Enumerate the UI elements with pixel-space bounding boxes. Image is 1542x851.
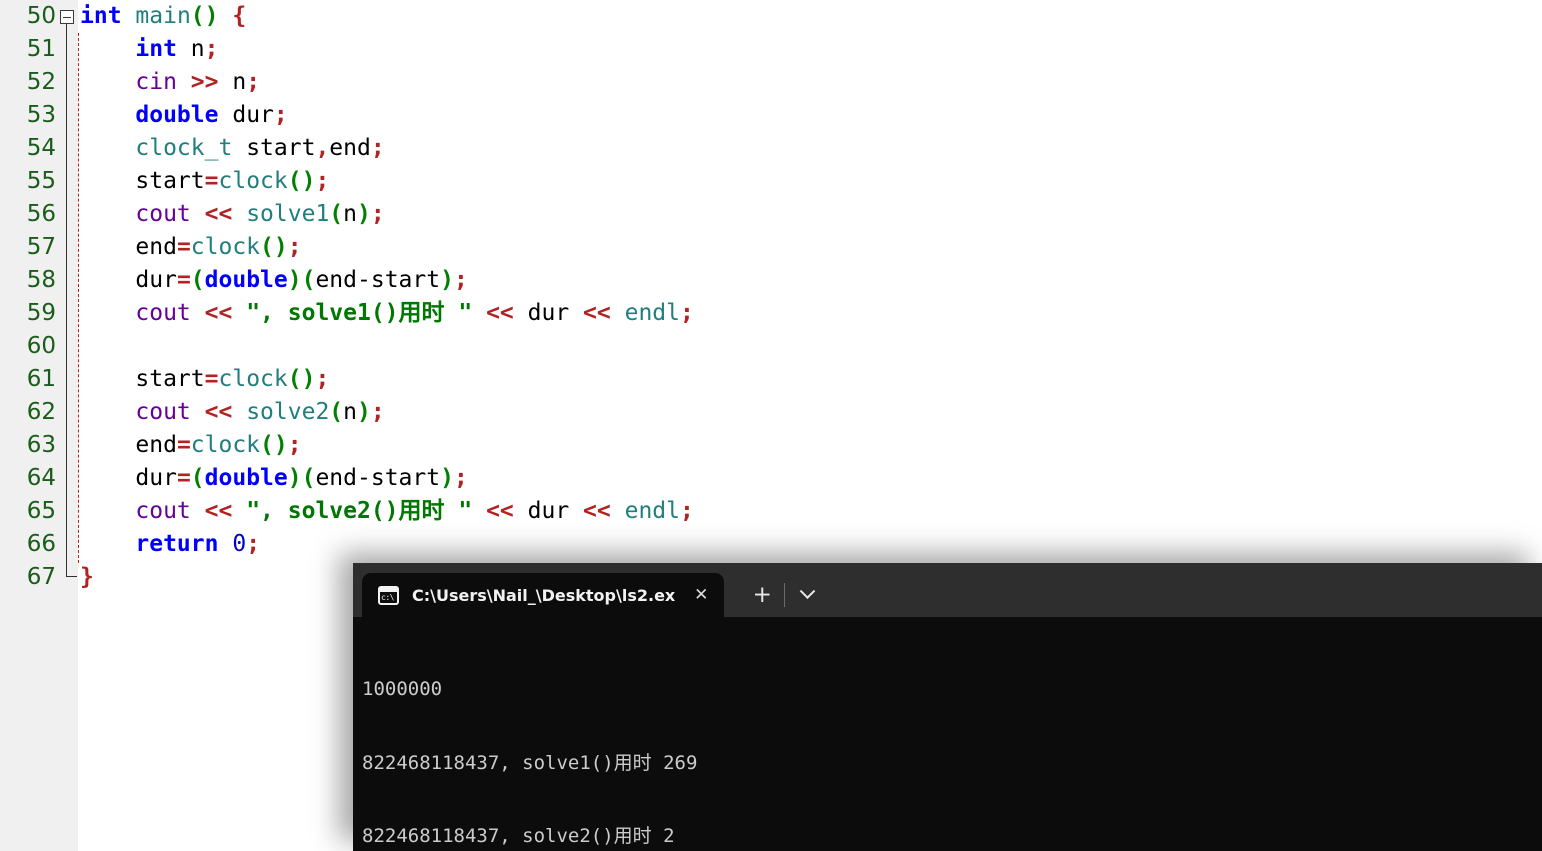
code-line-text: dur=(double)(end-start); (135, 465, 468, 491)
code-line[interactable]: 55 start=clock(); (0, 165, 1542, 198)
code-line[interactable]: 64 dur=(double)(end-start); (0, 462, 1542, 495)
code-line[interactable]: 61 start=clock(); (0, 363, 1542, 396)
line-number: 58 (26, 267, 56, 293)
close-icon[interactable]: ✕ (688, 582, 714, 608)
code-line-text: cout << solve2(n); (135, 399, 385, 425)
terminal-output[interactable]: 1000000 822468118437, solve1()用时 269 822… (353, 617, 1542, 851)
terminal-window[interactable]: c:\ C:\Users\Nail_\Desktop\ls2.ex ✕ + 10… (353, 563, 1542, 851)
chevron-down-icon[interactable] (789, 577, 825, 613)
toolbar-divider (784, 583, 786, 607)
line-number: 54 (26, 135, 56, 161)
line-number: 61 (26, 366, 56, 392)
code-line-text: cin >> n; (135, 69, 261, 95)
code-line-text: end=clock(); (135, 234, 302, 260)
code-line-text: } (80, 564, 94, 590)
code-line-text: start=clock(); (135, 168, 330, 194)
line-number: 50 (26, 3, 56, 29)
code-line[interactable]: 60 (0, 330, 1542, 363)
code-line[interactable]: 53 double dur; (0, 99, 1542, 132)
console-icon: c:\ (378, 585, 399, 605)
new-tab-button[interactable]: + (744, 577, 780, 613)
line-number: 65 (26, 498, 56, 524)
code-line-text: start=clock(); (135, 366, 330, 392)
line-number: 64 (26, 465, 56, 491)
line-number: 63 (26, 432, 56, 458)
code-line-text: return 0; (135, 531, 261, 557)
code-line-text: cout << solve1(n); (135, 201, 385, 227)
code-line-text: int main() { (80, 3, 247, 29)
code-line[interactable]: 52 cin >> n; (0, 66, 1542, 99)
code-line-text: dur=(double)(end-start); (135, 267, 468, 293)
line-number: 52 (26, 69, 56, 95)
code-line-text: double dur; (135, 102, 288, 128)
terminal-output-line: 822468118437, solve1()用时 269 (362, 751, 698, 774)
code-line[interactable]: 50 int main() { (0, 0, 1542, 33)
code-line[interactable]: 62 cout << solve2(n); (0, 396, 1542, 429)
code-line-text: end=clock(); (135, 432, 302, 458)
code-line[interactable]: 51 int n; (0, 33, 1542, 66)
code-line[interactable]: 65 cout << ", solve2()用时 " << dur << end… (0, 495, 1542, 528)
line-number: 51 (26, 36, 56, 62)
line-number: 67 (26, 564, 56, 590)
chevron-down-glyph (799, 582, 816, 599)
terminal-output-line: 822468118437, solve2()用时 2 (362, 825, 675, 847)
terminal-output-line: 1000000 (362, 678, 443, 700)
line-number: 59 (26, 300, 56, 326)
line-number: 57 (26, 234, 56, 260)
line-number: 60 (26, 333, 56, 359)
code-line-text: cout << ", solve2()用时 " << dur << endl; (135, 498, 694, 524)
code-line[interactable]: 59 cout << ", solve1()用时 " << dur << end… (0, 297, 1542, 330)
console-icon-text: c:\ (381, 592, 394, 602)
line-number: 53 (26, 102, 56, 128)
line-number: 55 (26, 168, 56, 194)
code-line[interactable]: 58 dur=(double)(end-start); (0, 264, 1542, 297)
code-line[interactable]: 54 clock_t start,end; (0, 132, 1542, 165)
code-line[interactable]: 56 cout << solve1(n); (0, 198, 1542, 231)
line-number: 62 (26, 399, 56, 425)
code-line-text: clock_t start,end; (135, 135, 385, 161)
screen: 50 int main() { 51 int n; 52 cin >> n; 5… (0, 0, 1542, 851)
line-number: 56 (26, 201, 56, 227)
terminal-titlebar[interactable]: c:\ C:\Users\Nail_\Desktop\ls2.ex ✕ + (353, 563, 1542, 617)
terminal-tab-title: C:\Users\Nail_\Desktop\ls2.ex (412, 585, 676, 605)
code-line-text: int n; (135, 36, 219, 62)
code-line-text: cout << ", solve1()用时 " << dur << endl; (135, 300, 694, 326)
code-line[interactable]: 66 return 0; (0, 528, 1542, 561)
code-line[interactable]: 57 end=clock(); (0, 231, 1542, 264)
terminal-tab[interactable]: c:\ C:\Users\Nail_\Desktop\ls2.ex ✕ (362, 573, 725, 617)
code-line[interactable]: 63 end=clock(); (0, 429, 1542, 462)
line-number: 66 (26, 531, 56, 557)
